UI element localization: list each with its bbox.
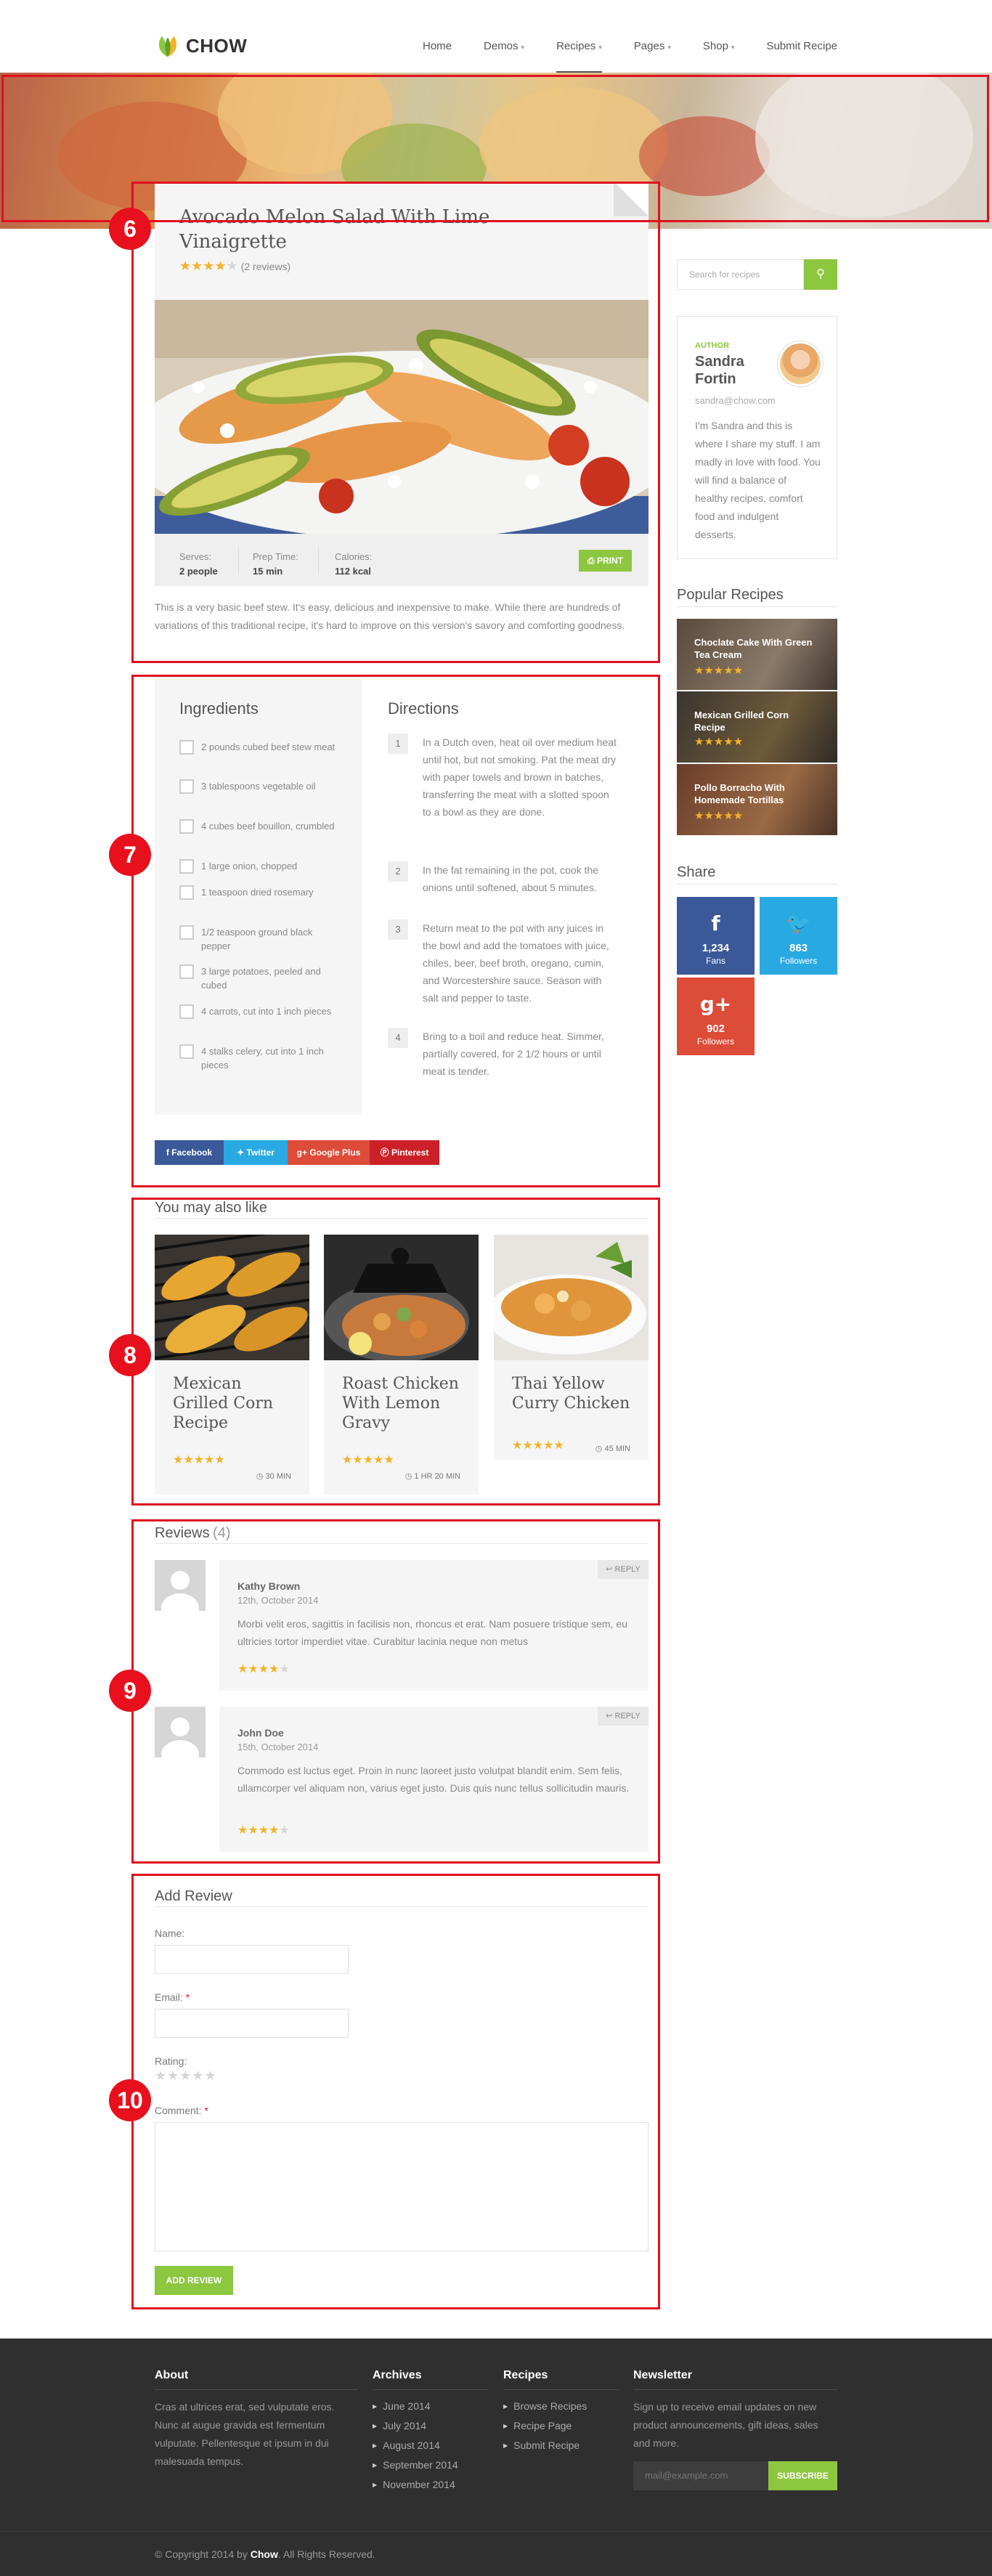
author-bio: I'm Sandra and this is where I share my … [695, 420, 821, 540]
copyright: © Copyright 2014 by Chow. All Rights Res… [155, 2548, 375, 2560]
popular-recipe-stars: ★★★★★ [694, 736, 744, 748]
leaf-logo-icon [158, 36, 177, 57]
facebook-icon: f [711, 911, 720, 935]
annotation-badge: 6 [109, 208, 151, 250]
popular-recipes-title: Popular Recipes [677, 587, 784, 603]
annotation-box-8 [131, 1198, 660, 1506]
archive-link[interactable]: November 2014 [373, 2475, 458, 2495]
popular-recipe-title[interactable]: Pollo Borracho With Homemade Tortillas [694, 781, 818, 806]
share-header: Share [677, 864, 837, 885]
author-avatar [778, 341, 823, 386]
annotation-badge: 10 [109, 2079, 151, 2121]
popular-recipe-item[interactable]: Choclate Cake With Green Tea Cream ★★★★★ [677, 619, 837, 690]
footer-newsletter-title: Newsletter [633, 2369, 692, 2381]
popular-recipe-title[interactable]: Choclate Cake With Green Tea Cream [694, 636, 818, 661]
nav-item-submit-recipe[interactable]: Submit Recipe [766, 0, 837, 73]
nav-label: Demos [484, 40, 519, 52]
nav-item-pages[interactable]: Pages ▾ [634, 0, 671, 73]
social-count: 902 [706, 1023, 725, 1035]
nav-item-recipes[interactable]: Recipes ▾ [556, 0, 602, 73]
copyright-suffix: . All Rights Reserved. [277, 2548, 375, 2560]
archive-link[interactable]: July 2014 [373, 2416, 458, 2436]
archive-link[interactable]: September 2014 [373, 2455, 458, 2475]
author-name: Sandra Fortin [695, 354, 744, 387]
archives-list: June 2014July 2014August 2014September 2… [373, 2397, 458, 2495]
nav-item-demos[interactable]: Demos ▾ [484, 0, 524, 73]
footer-recipes-list: Browse RecipesRecipe PageSubmit Recipe [503, 2397, 587, 2455]
subscribe-button[interactable]: SUBSCRIBE [768, 2461, 837, 2490]
chevron-down-icon: ▾ [598, 44, 602, 51]
author-email[interactable]: sandra@chow.com [695, 395, 776, 406]
footer-about-title: About [155, 2369, 189, 2381]
newsletter-email-input[interactable]: mail@example.com [633, 2461, 768, 2490]
footer-recipe-link[interactable]: Recipe Page [503, 2416, 587, 2436]
nav-item-shop[interactable]: Shop ▾ [703, 0, 735, 73]
footer-divider [633, 2389, 837, 2390]
share-title: Share [677, 864, 716, 880]
copyright-text: © Copyright 2014 by [155, 2548, 251, 2560]
annotation-badge: 7 [109, 834, 151, 876]
logo-text: CHOW [186, 34, 248, 57]
footer-divider [155, 2389, 358, 2390]
footer-divider [503, 2389, 619, 2390]
copyright-brand-link[interactable]: Chow [251, 2548, 278, 2560]
main-nav: Home Demos ▾ Recipes ▾ Pages ▾ Shop ▾ Submit Reci… [407, 0, 853, 73]
search-input[interactable]: Search for recipes [677, 259, 804, 290]
footer-recipe-link[interactable]: Submit Recipe [503, 2436, 587, 2455]
nav-label: Shop [702, 40, 728, 52]
search-button[interactable]: ⚲ [804, 259, 837, 290]
newsletter-text: Sign up to receive email updates on new … [633, 2401, 818, 2449]
popular-recipe-item[interactable]: Pollo Borracho With Homemade Tortillas ★★… [677, 764, 837, 835]
nav-label: Recipes [556, 40, 596, 52]
social-count-label: Followers [696, 1036, 735, 1047]
nav-item-home[interactable]: Home [423, 0, 452, 73]
archive-link[interactable]: August 2014 [373, 2436, 458, 2455]
facebook-counter[interactable]: f 1,234 Fans [677, 897, 755, 975]
twitter-icon: 🐦 [786, 911, 811, 935]
annotation-box-6 [131, 182, 660, 663]
chevron-down-icon: ▾ [731, 44, 735, 51]
footer-recipes-title: Recipes [503, 2369, 548, 2381]
nav-label: Submit Recipe [766, 40, 837, 52]
author-widget: AUTHOR Sandra Fortin sandra@chow.com I'm… [677, 316, 837, 559]
archive-link[interactable]: June 2014 [373, 2397, 458, 2416]
annotation-badge: 8 [109, 1334, 151, 1376]
popular-recipe-stars: ★★★★★ [694, 810, 744, 822]
popular-recipes-header: Popular Recipes [677, 587, 837, 607]
annotation-badge: 9 [109, 1670, 151, 1712]
google-plus-icon: g+ [699, 992, 732, 1016]
footer-recipe-link[interactable]: Browse Recipes [503, 2397, 587, 2416]
footer-archives-title: Archives [373, 2369, 422, 2381]
author-label: AUTHOR [695, 341, 730, 350]
search-icon: ⚲ [816, 268, 825, 280]
annotation-box-7 [131, 675, 660, 1187]
annotation-box-9 [131, 1519, 660, 1864]
footer [0, 2339, 992, 2576]
social-count-label: Fans [706, 956, 725, 966]
nav-label: Pages [633, 40, 665, 52]
social-count-label: Followers [779, 956, 818, 966]
footer-bottom-divider [0, 2531, 992, 2532]
popular-recipe-title[interactable]: Mexican Grilled Corn Recipe [694, 709, 818, 734]
popular-recipe-item[interactable]: Mexican Grilled Corn Recipe ★★★★★ [677, 691, 837, 763]
footer-about-text: Cras at ultrices erat, sed vulputate ero… [155, 2401, 335, 2467]
footer-divider [373, 2389, 489, 2390]
twitter-counter[interactable]: 🐦 863 Followers [760, 897, 837, 975]
annotation-box-10 [131, 1874, 660, 2309]
google-plus-counter[interactable]: g+ 902 Followers [677, 978, 755, 1055]
social-count: 863 [789, 942, 808, 954]
chevron-down-icon: ▾ [667, 44, 671, 51]
nav-label: Home [423, 40, 452, 52]
chevron-down-icon: ▾ [521, 44, 525, 51]
logo[interactable]: CHOW [154, 32, 247, 60]
popular-recipe-stars: ★★★★★ [694, 665, 744, 677]
social-count: 1,234 [702, 942, 730, 954]
